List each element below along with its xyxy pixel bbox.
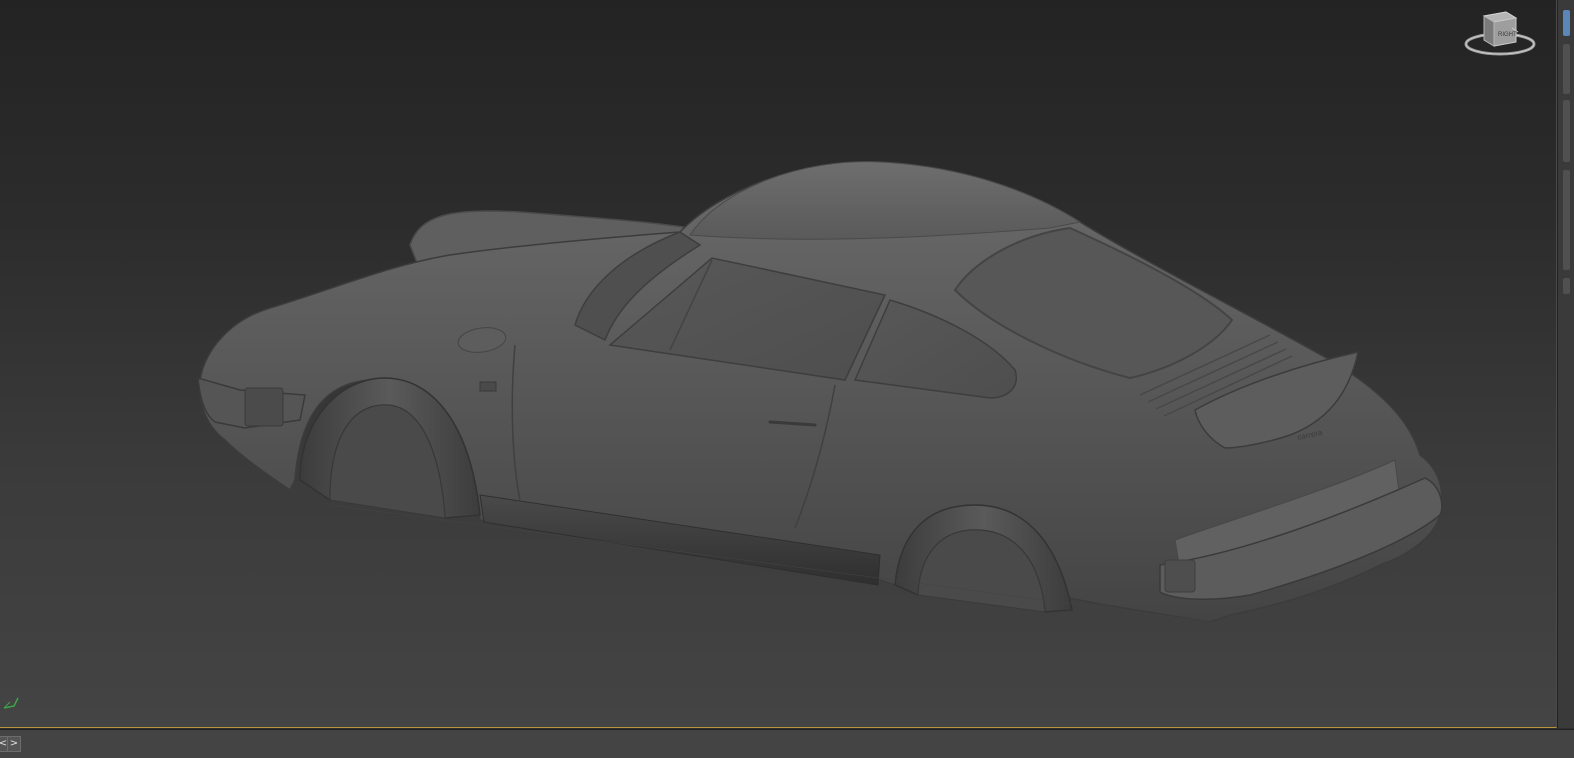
command-panel-tab[interactable]	[1563, 44, 1570, 94]
next-frame-button[interactable]: >	[7, 736, 21, 752]
rear-bumper-guard	[1164, 559, 1196, 593]
command-panel-tab-active[interactable]	[1563, 10, 1570, 36]
viewcube-face-label: RIGHT	[1498, 32, 1517, 38]
front-bumper-guard	[244, 387, 284, 427]
command-panel-strip[interactable]	[1557, 0, 1574, 728]
timeline-bar: < >	[0, 729, 1574, 758]
axis-tripod-icon	[3, 697, 19, 709]
command-panel-tab[interactable]	[1563, 278, 1570, 294]
side-marker	[479, 381, 497, 392]
roof	[689, 161, 1082, 240]
viewcube[interactable]: RIGHT	[1462, 6, 1542, 62]
command-panel-tab[interactable]	[1563, 100, 1570, 162]
car-model[interactable]: carrera	[0, 0, 1556, 727]
viewcube-icon[interactable]: RIGHT	[1462, 6, 1542, 62]
3d-viewport[interactable]: carrera RIGHT	[0, 0, 1557, 728]
command-panel-tab[interactable]	[1563, 170, 1570, 270]
